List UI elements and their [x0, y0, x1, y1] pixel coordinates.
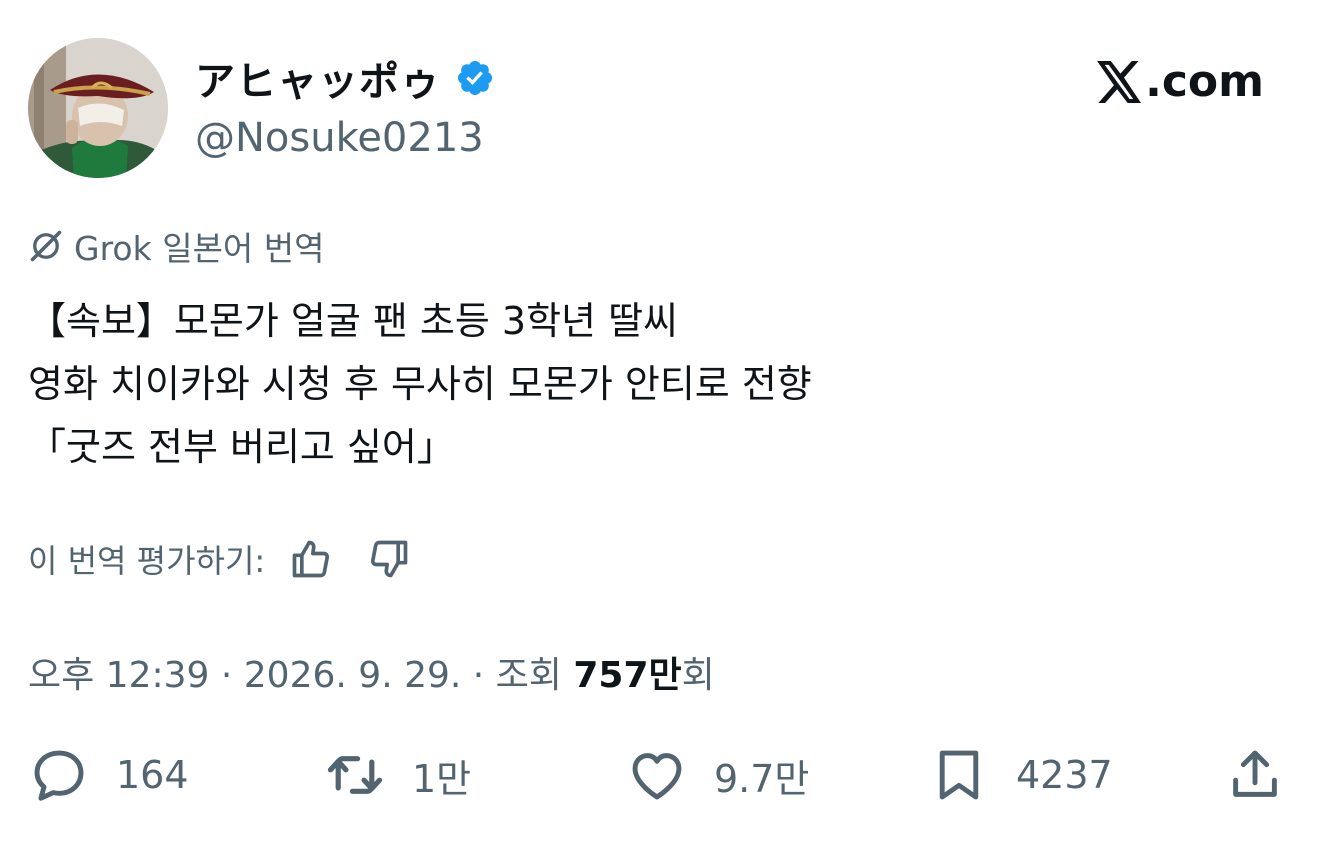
avatar[interactable] [28, 38, 168, 178]
avatar-image [28, 38, 168, 178]
tweet-line: 영화 치이카와 시청 후 무사히 모몬가 안티로 전향 [28, 362, 812, 406]
tweet-time[interactable]: 오후 12:39 [28, 655, 209, 696]
bookmark-count: 4237 [1016, 753, 1113, 797]
views-prefix: 조회 [495, 655, 574, 696]
site-logo-text: .com [1145, 56, 1264, 107]
share-button[interactable] [1224, 740, 1286, 810]
translation-label-text: Grok 일본어 번역 [74, 229, 325, 268]
tweet-line: 【속보】모몬가 얼굴 팬 초등 3학년 딸씨 [28, 299, 679, 343]
grok-icon [30, 230, 62, 262]
heart-icon [632, 753, 682, 800]
retweet-count: 1만 [412, 756, 472, 801]
display-name-text: アヒャッポゥ [195, 59, 441, 105]
tweet-text: 【속보】모몬가 얼굴 팬 초등 3학년 딸씨 영화 치이카와 시청 후 무사히 … [28, 290, 1288, 479]
author-handle[interactable]: @Nosuke0213 [195, 115, 484, 161]
reply-count: 164 [116, 753, 189, 797]
like-button[interactable]: 9.7만 [626, 740, 809, 810]
author-display-name[interactable]: アヒャッポゥ [195, 52, 495, 105]
verified-badge-icon [457, 60, 493, 96]
views-count: 757만 [573, 655, 682, 696]
action-bar: 164 1만 9.7만 4237 [28, 740, 1292, 810]
retweet-icon [327, 756, 383, 794]
grok-translation-label[interactable]: Grok 일본어 번역 [28, 222, 325, 270]
rate-translation: 이 번역 평가하기: [28, 536, 411, 582]
tweet-date[interactable]: 2026. 9. 29. [244, 655, 462, 696]
meta-separator: · [209, 655, 244, 696]
like-count: 9.7만 [714, 756, 810, 801]
tweet-meta: 오후 12:39 · 2026. 9. 29. · 조회 757만회 [28, 646, 715, 698]
x-com-logo: .com [1097, 56, 1264, 107]
meta-separator: · [461, 655, 496, 696]
bookmark-icon [939, 750, 979, 800]
thumbs-up-icon[interactable] [289, 537, 333, 581]
tweet-line: 「굿즈 전부 버리고 싶어」 [28, 425, 455, 469]
x-logo-icon [1097, 60, 1142, 103]
views-suffix: 회 [681, 655, 715, 696]
rate-translation-label: 이 번역 평가하기: [28, 542, 266, 580]
reply-button[interactable]: 164 [28, 740, 189, 810]
thumbs-down-icon[interactable] [367, 537, 411, 581]
bookmark-button[interactable]: 4237 [928, 740, 1113, 810]
share-icon [1233, 750, 1277, 797]
retweet-button[interactable]: 1만 [324, 740, 471, 810]
reply-icon [34, 750, 84, 801]
